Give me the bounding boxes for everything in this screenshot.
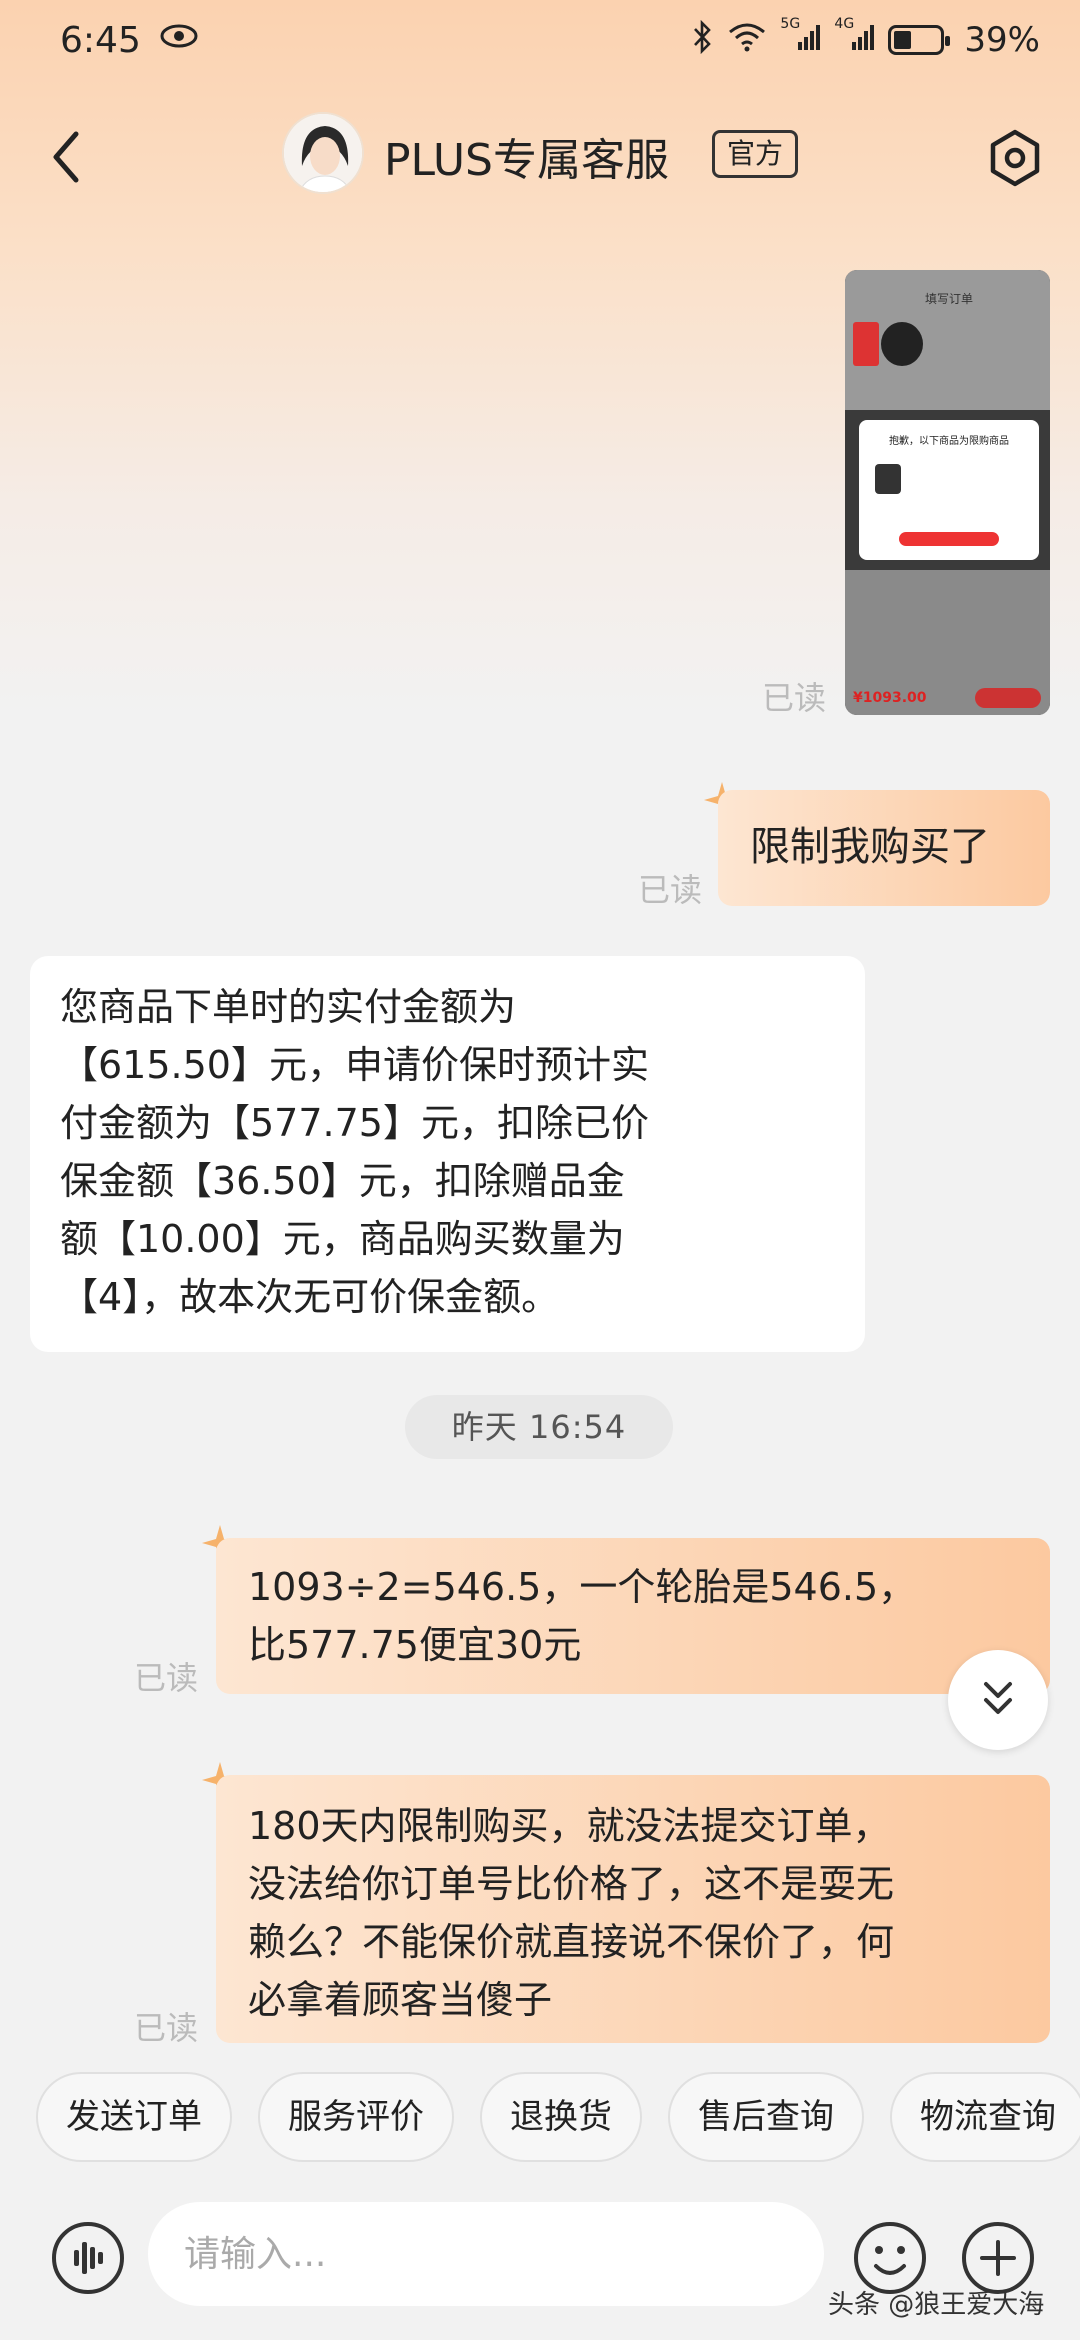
timestamp-pill: 昨天 16:54 bbox=[405, 1395, 673, 1459]
status-time: 6:45 bbox=[60, 19, 141, 61]
chat-title: PLUS专属客服 bbox=[384, 135, 669, 186]
thumb-page-title: 填写订单 bbox=[925, 292, 974, 306]
scroll-to-bottom-button[interactable] bbox=[948, 1650, 1048, 1750]
message-bubble-incoming[interactable]: 您商品下单时的实付金额为 【615.50】元，申请价保时预计实 付金额为【577… bbox=[30, 956, 865, 1352]
status-icons: 5G 4G 39% bbox=[692, 16, 1040, 61]
message-list[interactable]: 填写订单 抱歉，以下商品为限购商品 ¥1093.00 已读 限制我购买了 已读 … bbox=[0, 240, 1080, 2047]
message-bubble-outgoing[interactable]: 180天内限制购买，就没法提交订单， 没法给你订单号比价格了，这不是耍无 赖么？… bbox=[216, 1775, 1050, 2043]
thumb-product-image bbox=[853, 322, 879, 366]
official-badge: 官方 bbox=[712, 130, 799, 178]
settings-hexagon-icon bbox=[990, 129, 1040, 187]
thumb-limit-dialog: 抱歉，以下商品为限购商品 bbox=[859, 420, 1039, 560]
voice-button[interactable] bbox=[50, 2220, 126, 2296]
settings-button[interactable] bbox=[985, 128, 1045, 188]
watermark: 头条 @狼王爱大海 bbox=[828, 2290, 1045, 2320]
quick-reply-logistics-query[interactable]: 物流查询 bbox=[890, 2072, 1080, 2162]
quick-reply-send-order[interactable]: 发送订单 bbox=[36, 2072, 232, 2162]
message-text: 1093÷2=546.5，一个轮胎是546.5， 比577.75便宜30元 bbox=[248, 1565, 917, 1667]
message-input[interactable] bbox=[148, 2202, 824, 2306]
voice-icon bbox=[52, 2222, 124, 2294]
read-receipt: 已读 bbox=[134, 1659, 199, 1697]
read-receipt: 已读 bbox=[638, 871, 703, 909]
network-label-4g: 4G bbox=[834, 15, 855, 32]
thumb-dialog-title: 抱歉，以下商品为限购商品 bbox=[889, 436, 1009, 447]
network-label-5g: 5G bbox=[780, 15, 801, 32]
wifi-icon bbox=[728, 22, 766, 59]
battery-percent: 39% bbox=[964, 20, 1040, 60]
message-bubble-outgoing[interactable]: 1093÷2=546.5，一个轮胎是546.5， 比577.75便宜30元 bbox=[216, 1538, 1050, 1694]
thumb-dialog-button bbox=[899, 532, 999, 546]
battery-fill bbox=[894, 31, 912, 49]
battery-icon bbox=[888, 25, 951, 55]
quick-reply-bar: 发送订单 服务评价 退换货 售后查询 物流查询 bbox=[0, 2072, 1080, 2172]
thumb-total-price: ¥1093.00 bbox=[853, 690, 927, 706]
bluetooth-icon bbox=[692, 19, 714, 61]
back-arrow-icon bbox=[53, 131, 79, 183]
eye-icon bbox=[159, 22, 199, 58]
thumb-order-header: 填写订单 bbox=[845, 270, 1050, 410]
message-text: 您商品下单时的实付金额为 【615.50】元，申请价保时预计实 付金额为【577… bbox=[60, 985, 649, 1319]
image-message-thumbnail[interactable]: 填写订单 抱歉，以下商品为限购商品 ¥1093.00 bbox=[845, 270, 1050, 715]
back-button[interactable] bbox=[40, 122, 100, 192]
signal-4g-icon: 4G bbox=[834, 16, 875, 59]
signal-5g-icon: 5G bbox=[780, 16, 821, 59]
quick-reply-aftersales-query[interactable]: 售后查询 bbox=[668, 2072, 864, 2162]
thumb-submit-button bbox=[975, 688, 1041, 708]
agent-avatar[interactable] bbox=[282, 112, 364, 194]
message-text: 限制我购买了 bbox=[750, 824, 990, 870]
double-chevron-down-icon bbox=[984, 1682, 1012, 1714]
read-receipt: 已读 bbox=[762, 679, 827, 717]
thumb-dialog-tire bbox=[875, 464, 901, 494]
message-bubble-outgoing[interactable]: 限制我购买了 bbox=[718, 790, 1050, 906]
quick-reply-return-exchange[interactable]: 退换货 bbox=[480, 2072, 642, 2162]
status-bar: 6:45 5G 4G 39% bbox=[0, 0, 1080, 80]
quick-reply-service-rating[interactable]: 服务评价 bbox=[258, 2072, 454, 2162]
read-receipt: 已读 bbox=[134, 2009, 199, 2047]
chat-header: PLUS专属客服 官方 bbox=[0, 100, 1080, 210]
message-text: 180天内限制购买，就没法提交订单， 没法给你订单号比价格了，这不是耍无 赖么？… bbox=[248, 1804, 895, 2022]
tire-image bbox=[881, 322, 923, 366]
